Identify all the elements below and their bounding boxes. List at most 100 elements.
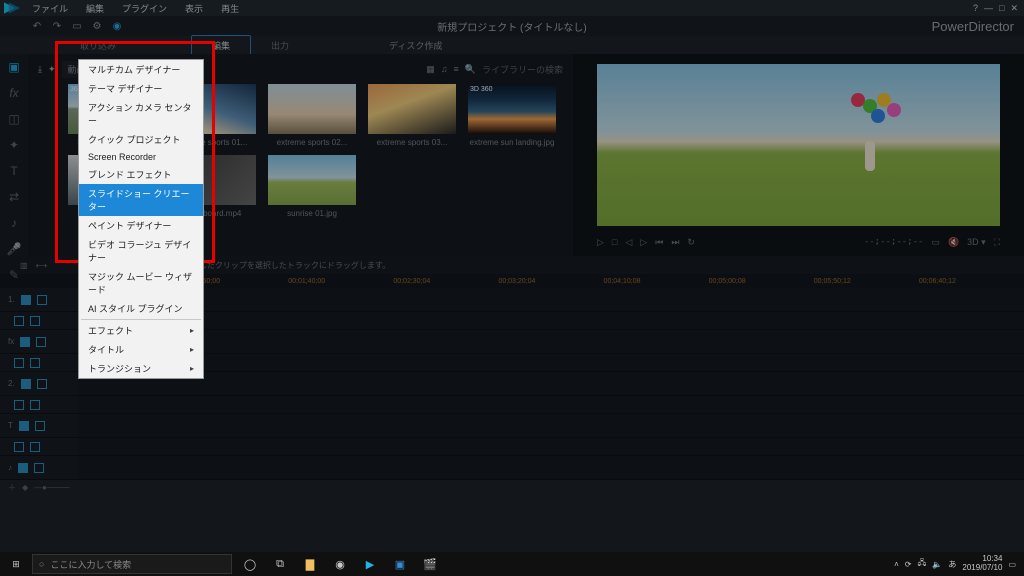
track-lock[interactable] (35, 421, 45, 431)
min-button[interactable]: — (984, 3, 993, 14)
tray-ime[interactable]: あ (948, 559, 956, 570)
tray-clock[interactable]: 10:34 2019/07/10 (962, 555, 1002, 573)
tab-output[interactable]: 出力 (251, 36, 309, 55)
menu-file[interactable]: ファイル (24, 0, 76, 17)
timeline-track[interactable]: ♪ (0, 456, 1024, 480)
menu-item[interactable]: ビデオ コラージュ デザイナー (79, 235, 203, 267)
movies-icon[interactable]: 🎬 (416, 552, 444, 576)
menu-item[interactable]: アクション カメラ センター (79, 98, 203, 130)
track-toggle[interactable] (14, 316, 24, 326)
powerdirector-icon[interactable]: ▶ (356, 552, 384, 576)
pip-room-icon[interactable]: ◫ (6, 112, 22, 126)
fit-icon[interactable]: ⟷ (36, 261, 47, 270)
title-room-icon[interactable]: T (6, 164, 22, 178)
track-lock[interactable] (37, 295, 47, 305)
cortana-icon[interactable]: ◯ (236, 552, 264, 576)
3d-button[interactable]: 3D ▾ (967, 237, 986, 248)
taskbar-search[interactable]: ○ ここに入力して検索 (32, 554, 232, 574)
menu-item[interactable]: スライドショー クリエーター (79, 184, 203, 216)
next-frame-button[interactable]: ▷ (640, 237, 647, 248)
menu-item[interactable]: Screen Recorder (79, 149, 203, 165)
photos-icon[interactable]: ▣ (386, 552, 414, 576)
import-icon[interactable]: ⤓ (38, 64, 42, 75)
tab-disc[interactable]: ディスク作成 (369, 36, 462, 55)
transition-room-icon[interactable]: ⇄ (6, 190, 22, 204)
media-thumb[interactable]: 3D 360extreme sun landing.jpg (468, 84, 556, 147)
media-thumb[interactable]: sunrise 01.jpg (268, 155, 356, 218)
track-toggle[interactable] (18, 463, 28, 473)
tray-up-icon[interactable]: ˄ (894, 560, 899, 569)
tray-notif-icon[interactable]: ▭ (1008, 560, 1016, 569)
track-lock[interactable] (34, 463, 44, 473)
preview-canvas[interactable] (597, 64, 1000, 226)
menu-item[interactable]: エフェクト (79, 321, 203, 340)
track-toggle[interactable] (14, 442, 24, 452)
track-toggle[interactable] (20, 337, 30, 347)
tab-capture[interactable]: 取り込み (60, 36, 136, 55)
explorer-icon[interactable]: ▇ (296, 552, 324, 576)
menu-plugin[interactable]: プラグイン (114, 0, 175, 17)
gear-icon[interactable]: ⚙ (90, 19, 104, 33)
track-toggle[interactable] (21, 295, 31, 305)
search-icon[interactable]: 🔍 (465, 64, 476, 75)
tray-vol-icon[interactable]: 🔈 (932, 560, 942, 569)
start-button[interactable]: ⊞ (0, 559, 32, 570)
track-toggle[interactable] (14, 358, 24, 368)
aspect-icon[interactable]: ▭ (70, 19, 84, 33)
track-lock[interactable] (36, 337, 46, 347)
skip-back-button[interactable]: ⏮ (655, 237, 663, 248)
track-toggle[interactable] (21, 379, 31, 389)
track-manager-icon[interactable]: ▥ (20, 261, 28, 270)
max-button[interactable]: □ (999, 3, 1004, 14)
particle-room-icon[interactable]: ✦ (6, 138, 22, 152)
mute-button[interactable]: 🔇 (948, 237, 959, 248)
search-input[interactable]: ライブラリーの検索 (482, 63, 563, 76)
menu-item[interactable]: テーマ デザイナー (79, 79, 203, 98)
stop-button[interactable]: □ (612, 237, 617, 247)
media-thumb[interactable]: extreme sports 03... (368, 84, 456, 147)
tray-sync-icon[interactable]: ⟳ (905, 560, 912, 569)
media-thumb[interactable]: extreme sports 02... (268, 84, 356, 147)
marker-icon[interactable]: ◆ (22, 483, 28, 492)
redo-icon[interactable]: ↷ (50, 19, 64, 33)
track-toggle[interactable] (14, 400, 24, 410)
track-lock[interactable] (30, 316, 40, 326)
track-lock[interactable] (30, 442, 40, 452)
menu-view[interactable]: 表示 (177, 0, 211, 17)
tray-net-icon[interactable]: 🖧 (918, 557, 927, 571)
timeline-track[interactable] (0, 396, 1024, 414)
taskview-icon[interactable]: ⧉ (266, 552, 294, 576)
view-music-icon[interactable]: ♫ (441, 64, 448, 74)
close-button[interactable]: ✕ (1010, 3, 1018, 14)
menu-item[interactable]: タイトル (79, 340, 203, 359)
view-list-icon[interactable]: ≡ (454, 64, 459, 74)
undo-icon[interactable]: ↶ (30, 19, 44, 33)
loop-button[interactable]: ↻ (687, 237, 695, 248)
menu-item[interactable]: トランジション (79, 359, 203, 378)
help-button[interactable]: ? (973, 3, 978, 14)
tab-edit[interactable]: 編集 (191, 35, 251, 56)
audio-room-icon[interactable]: ♪ (6, 216, 22, 230)
menu-edit[interactable]: 編集 (78, 0, 112, 17)
track-lock[interactable] (30, 358, 40, 368)
zoom-slider[interactable]: —●──── (34, 483, 70, 492)
fullscreen-button[interactable]: ⛶ (994, 237, 1000, 248)
prev-frame-button[interactable]: ◁ (625, 237, 632, 248)
play-button[interactable]: ▷ (597, 237, 604, 248)
add-track-icon[interactable]: ＋ (8, 482, 16, 493)
snapshot-button[interactable]: ▭ (931, 237, 940, 248)
track-lock[interactable] (30, 400, 40, 410)
skip-fwd-button[interactable]: ⏭ (671, 237, 679, 248)
media-room-icon[interactable]: ▣ (6, 60, 22, 74)
cloud-icon[interactable]: ◉ (110, 19, 124, 33)
plugins-icon[interactable]: ✦ (48, 64, 56, 75)
menu-item[interactable]: マルチカム デザイナー (79, 60, 203, 79)
track-toggle[interactable] (19, 421, 29, 431)
fx-room-icon[interactable]: fx (6, 86, 22, 100)
view-grid-icon[interactable]: ▦ (426, 64, 435, 75)
menu-item[interactable]: マジック ムービー ウィザード (79, 267, 203, 299)
chapter-room-icon[interactable]: ✎ (6, 268, 22, 282)
timeline-track[interactable] (0, 438, 1024, 456)
voice-room-icon[interactable]: 🎤 (6, 242, 22, 256)
chrome-icon[interactable]: ◉ (326, 552, 354, 576)
